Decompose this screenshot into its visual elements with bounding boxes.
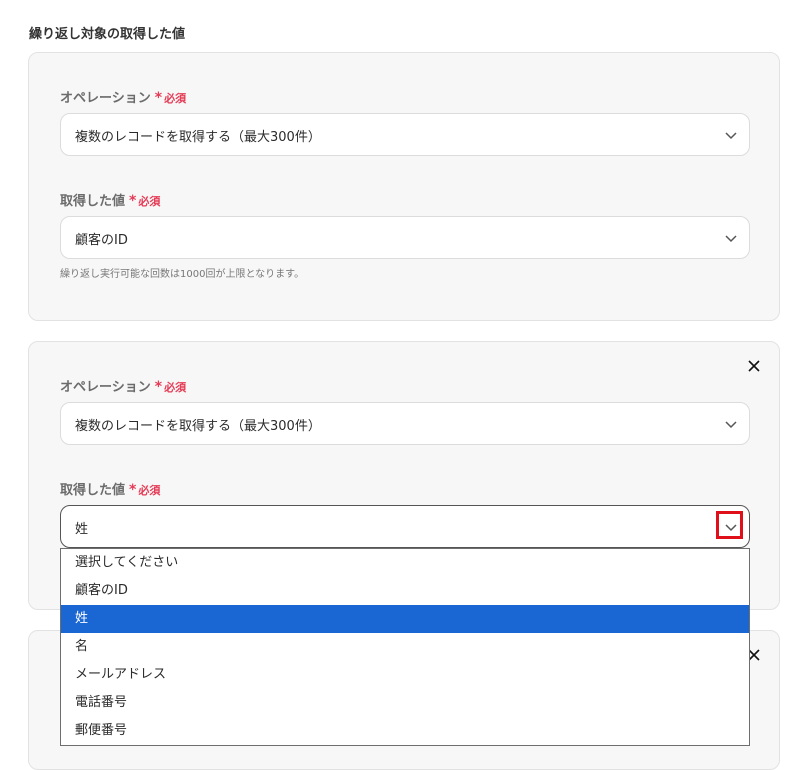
chevron-down-icon (725, 421, 737, 429)
required-text: 必須 (164, 92, 187, 105)
close-icon[interactable] (747, 359, 761, 373)
required-asterisk: * (154, 379, 163, 395)
operation-select[interactable]: 複数のレコードを取得する（最大300件） (60, 402, 750, 445)
dropdown-option-last-name[interactable]: 姓 (61, 605, 749, 633)
loop-limit-hint: 繰り返し実行可能な回数は1000回が上限となります。 (60, 269, 305, 280)
operation-select-value: 複数のレコードを取得する（最大300件） (75, 419, 321, 434)
operation-label: オペレーション * 必須 (60, 376, 186, 395)
chevron-down-icon (725, 132, 737, 140)
value-select-value: 顧客のID (75, 233, 128, 248)
dropdown-option-first-name[interactable]: 名 (61, 633, 749, 661)
operation-select-value: 複数のレコードを取得する（最大300件） (75, 130, 321, 145)
dropdown-option-email[interactable]: メールアドレス (61, 661, 749, 689)
value-label-text: 取得した値 (60, 194, 126, 209)
value-select-value: 姓 (75, 522, 89, 537)
value-select[interactable]: 姓 (60, 505, 750, 548)
section-title: 繰り返し対象の取得した値 (29, 27, 186, 42)
required-asterisk: * (129, 193, 137, 209)
required-asterisk: * (154, 90, 163, 106)
operation-label-text: オペレーション (60, 380, 151, 395)
value-dropdown-list: 選択してください 顧客のID 姓 名 メールアドレス 電話番号 郵便番号 (60, 548, 750, 746)
required-text: 必須 (164, 381, 187, 394)
chevron-highlight-box (716, 511, 743, 539)
dropdown-option-postal-code[interactable]: 郵便番号 (61, 717, 749, 745)
operation-select[interactable]: 複数のレコードを取得する（最大300件） (60, 113, 750, 156)
required-text: 必須 (138, 195, 161, 208)
loop-card-1: オペレーション * 必須 複数のレコードを取得する（最大300件） 取得した値 * 必須… (28, 52, 780, 321)
dropdown-option-phone[interactable]: 電話番号 (61, 689, 749, 717)
dropdown-option-placeholder[interactable]: 選択してください (61, 549, 749, 577)
value-label: 取得した値 * 必須 (60, 190, 160, 209)
chevron-down-icon (725, 235, 737, 243)
operation-label-text: オペレーション (60, 91, 151, 106)
value-select[interactable]: 顧客のID (60, 216, 750, 259)
value-label-text: 取得した値 (60, 483, 126, 498)
required-text: 必須 (138, 484, 161, 497)
value-label: 取得した値 * 必須 (60, 479, 160, 498)
operation-label: オペレーション * 必須 (60, 87, 186, 106)
required-asterisk: * (129, 482, 137, 498)
dropdown-option-customer-id[interactable]: 顧客のID (61, 577, 749, 605)
